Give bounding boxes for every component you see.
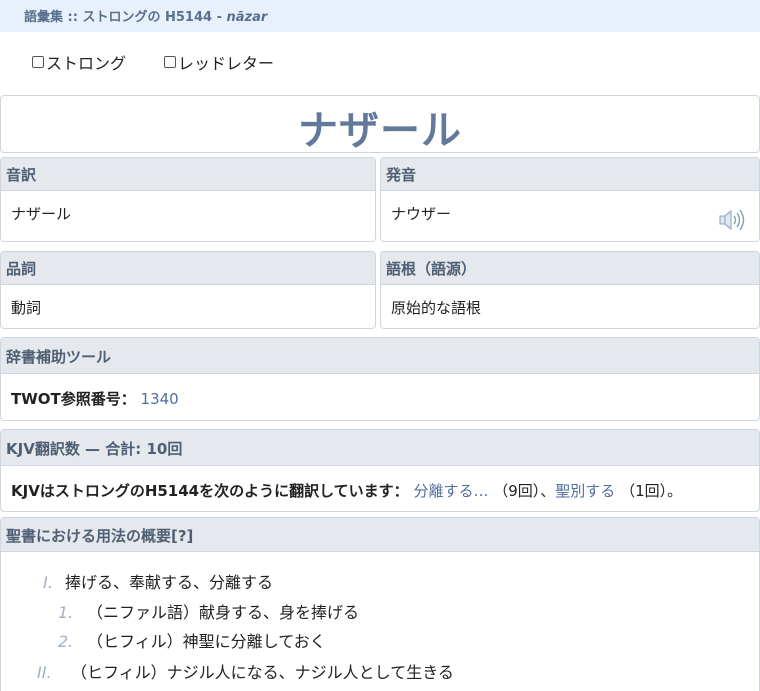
usage-number: I.	[43, 573, 53, 592]
breadcrumb: 語彙集 :: ストロングの H5144 - nāzar	[24, 6, 267, 25]
kjv-row: KJVはストロングのH5144を次のように翻訳しています： 分離する… （9回）…	[1, 466, 759, 501]
root-panel: 語根（語源） 原始的な語根	[380, 251, 760, 329]
transliteration-panel: 音訳 ナザール	[0, 157, 376, 242]
usage-item: II. （ヒフィル）ナジル人になる、ナジル人として生きる	[37, 659, 454, 683]
usage-outline-panel: 聖書における用法の概要[?] I. 捧げる、奉献する、分離する 1. （ニファル語）…	[0, 517, 760, 691]
speaker-icon[interactable]	[719, 208, 747, 232]
part-of-speech-panel: 品詞 動詞	[0, 251, 376, 329]
checkbox-icon[interactable]	[164, 56, 176, 68]
kjv-intro: KJVはストロングのH5144を次のように翻訳しています：	[11, 482, 409, 500]
breadcrumb-prefix: 語彙集 :: ストロングの H5144 -	[24, 10, 227, 25]
dictionary-tools-heading: 辞書補助ツール	[1, 338, 759, 374]
word-title-panel: ナザール	[0, 95, 760, 153]
twot-row: TWOT参照番号： 1340	[1, 374, 759, 409]
usage-item: 1. （ニファル語）献身する、身を捧げる	[58, 599, 359, 623]
redletter-toggle-label: レッドレター	[178, 54, 275, 73]
kjv-link-separate[interactable]: 分離する…	[413, 482, 488, 500]
kjv-link-consecrate[interactable]: 聖別する	[555, 482, 615, 500]
part-of-speech-heading: 品詞	[1, 252, 375, 285]
pronunciation-heading: 発音	[381, 158, 759, 191]
usage-outline-heading: 聖書における用法の概要[?]	[1, 518, 759, 552]
usage-item: 2. （ヒフィル）神聖に分離しておく	[58, 628, 326, 652]
transliteration-heading: 音訳	[1, 158, 375, 191]
usage-text: （ニファル語）献身する、身を捧げる	[87, 603, 360, 622]
dictionary-tools-panel: 辞書補助ツール TWOT参照番号： 1340	[0, 337, 760, 421]
word-title: ナザール	[298, 108, 462, 153]
redletter-toggle[interactable]: レッドレター	[164, 50, 274, 74]
top-breadcrumb-bar: 語彙集 :: ストロングの H5144 - nāzar	[0, 0, 760, 32]
strong-toggle[interactable]: ストロング	[32, 50, 126, 74]
twot-link[interactable]: 1340	[141, 390, 179, 408]
strong-toggle-label: ストロング	[46, 54, 127, 73]
root-heading: 語根（語源）	[381, 252, 759, 285]
usage-text: （ヒフィル）ナジル人になる、ナジル人として生きる	[71, 663, 454, 682]
kjv-panel: KJV翻訳数 — 合計: 10回 KJVはストロングのH5144を次のように翻訳…	[0, 429, 760, 512]
usage-number: II.	[37, 663, 52, 682]
usage-number: 1.	[58, 603, 74, 622]
root-value: 原始的な語根	[391, 299, 482, 317]
pronunciation-panel: 発音 ナウザー	[380, 157, 760, 242]
breadcrumb-word: nāzar	[226, 10, 268, 25]
kjv-count-consecrate: （1回）。	[620, 482, 683, 500]
usage-text: （ヒフィル）神聖に分離しておく	[87, 632, 326, 651]
kjv-count-separate: （9回）、	[493, 482, 556, 500]
transliteration-value: ナザール	[11, 205, 72, 223]
usage-text: 捧げる、奉献する、分離する	[65, 573, 274, 592]
twot-label: TWOT参照番号：	[11, 390, 136, 408]
checkbox-icon[interactable]	[32, 56, 44, 68]
usage-number: 2.	[58, 632, 74, 651]
pronunciation-value: ナウザー	[391, 205, 452, 223]
kjv-heading: KJV翻訳数 — 合計: 10回	[1, 430, 759, 466]
usage-item: I. 捧げる、奉献する、分離する	[43, 569, 273, 593]
part-of-speech-value: 動詞	[11, 299, 42, 317]
